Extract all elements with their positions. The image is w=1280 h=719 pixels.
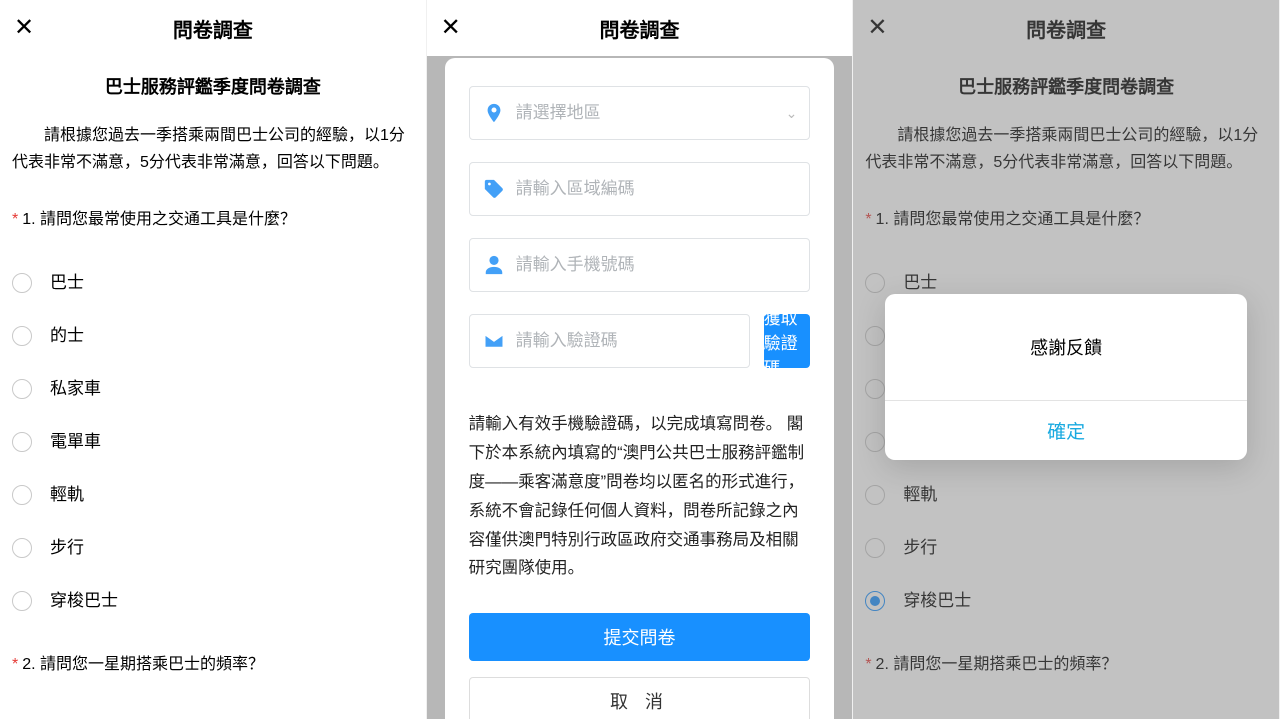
- verify-modal: ⌄ 獲取驗證碼 請輸入有效手機驗證碼，以完成填寫問卷。 閣下於本系統內填寫的“澳…: [445, 58, 835, 719]
- q2-options: 少於1次: [12, 702, 414, 719]
- header: ✕ 問卷調查: [427, 0, 853, 56]
- page-title: 問卷調查: [427, 14, 853, 43]
- radio-icon: [12, 591, 32, 611]
- radio-icon: [12, 432, 32, 452]
- code-field[interactable]: [469, 314, 750, 368]
- zone-input[interactable]: [516, 179, 798, 199]
- radio-icon: [12, 379, 32, 399]
- required-star: *: [12, 205, 18, 235]
- alert-message: 感謝反饋: [885, 294, 1247, 400]
- cancel-button[interactable]: 取 消: [469, 677, 811, 719]
- chevron-down-icon: ⌄: [786, 105, 798, 122]
- code-input[interactable]: [516, 331, 737, 351]
- q1-opt-taxi[interactable]: 的士: [12, 310, 414, 363]
- page-title: 問卷調查: [0, 14, 426, 43]
- q1-opt-lrt[interactable]: 輕軌: [12, 469, 414, 522]
- zone-field[interactable]: [469, 162, 811, 216]
- close-icon[interactable]: ✕: [14, 16, 34, 40]
- survey-intro: 請根據您過去一季搭乘兩間巴士公司的經驗，以1分代表非常不滿意，5分代表非常滿意，…: [12, 122, 414, 176]
- q1-opt-bus[interactable]: 巴士: [12, 257, 414, 310]
- question-1: * 1. 請問您最常使用之交通工具是什麼？: [12, 205, 414, 235]
- q1-number: 1.: [22, 205, 35, 235]
- alert-ok-button[interactable]: 確定: [885, 401, 1247, 460]
- survey-content: 巴士服務評鑑季度問卷調查 請根據您過去一季搭乘兩間巴士公司的經驗，以1分代表非常…: [0, 56, 426, 719]
- screen-verify: ✕ 問卷調查 ⌄ 獲取驗證碼 請輸入有效手機驗證碼，以完成填寫問卷。 閣下於本系…: [427, 0, 854, 719]
- q2-text: 請問您一星期搭乘巴士的頻率？: [40, 650, 264, 680]
- screen-thanks: ✕ 問卷調查 巴士服務評鑑季度問卷調查 請根據您過去一季搭乘兩間巴士公司的經驗，…: [853, 0, 1280, 719]
- submit-button[interactable]: 提交問卷: [469, 613, 811, 661]
- q1-opt-shuttle[interactable]: 穿梭巴士: [12, 575, 414, 628]
- header: ✕ 問卷調查: [0, 0, 426, 56]
- region-input[interactable]: [516, 103, 786, 123]
- radio-icon: [12, 326, 32, 346]
- region-select[interactable]: ⌄: [469, 86, 811, 140]
- location-pin-icon: [482, 102, 506, 124]
- close-icon[interactable]: ✕: [441, 16, 461, 40]
- q1-text: 請問您最常使用之交通工具是什麼？: [40, 205, 296, 235]
- screen-survey: ✕ 問卷調查 巴士服務評鑑季度問卷調查 請根據您過去一季搭乘兩間巴士公司的經驗，…: [0, 0, 427, 719]
- alert-dialog: 感謝反饋 確定: [885, 294, 1247, 460]
- person-icon: [482, 254, 506, 276]
- get-code-button[interactable]: 獲取驗證碼: [764, 314, 811, 368]
- q1-options: 巴士 的士 私家車 電單車 輕軌 步行 穿梭巴士: [12, 257, 414, 628]
- q1-opt-private[interactable]: 私家車: [12, 363, 414, 416]
- tag-icon: [482, 178, 506, 200]
- phone-input[interactable]: [516, 255, 798, 275]
- q1-opt-walk[interactable]: 步行: [12, 522, 414, 575]
- q1-opt-moto[interactable]: 電單車: [12, 416, 414, 469]
- phone-field[interactable]: [469, 238, 811, 292]
- q2-number: 2.: [22, 650, 35, 680]
- q2-opt-less1[interactable]: 少於1次: [12, 702, 414, 719]
- question-2: * 2. 請問您一星期搭乘巴士的頻率？: [12, 650, 414, 680]
- radio-icon: [12, 273, 32, 293]
- code-row: 獲取驗證碼: [469, 314, 811, 368]
- survey-title: 巴士服務評鑑季度問卷調查: [12, 70, 414, 104]
- disclaimer-text: 請輸入有效手機驗證碼，以完成填寫問卷。 閣下於本系統內填寫的“澳門公共巴士服務評…: [469, 410, 811, 583]
- radio-icon: [12, 538, 32, 558]
- required-star: *: [12, 650, 18, 680]
- mail-icon: [482, 330, 506, 352]
- radio-icon: [12, 485, 32, 505]
